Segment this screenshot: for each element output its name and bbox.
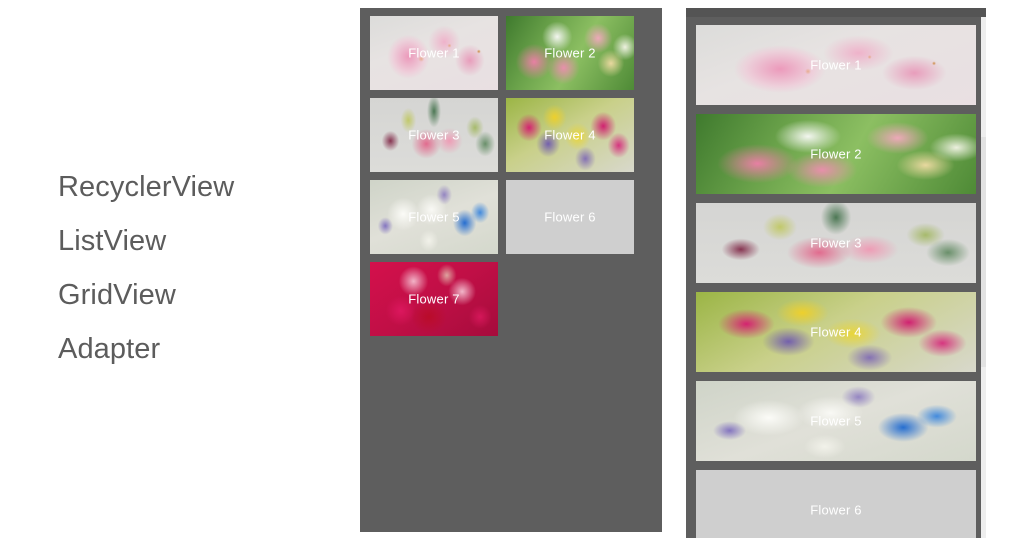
grid-tile[interactable]: Flower 2 [506, 16, 634, 90]
grid-tile-label: Flower 1 [408, 45, 460, 61]
list-item[interactable]: Flower 2 [696, 114, 976, 194]
grid-tile[interactable]: Flower 6 [506, 180, 634, 254]
grid-tile[interactable]: Flower 5 [370, 180, 498, 254]
list-item[interactable]: Flower 5 [696, 381, 976, 461]
list-item[interactable]: Flower 6 [696, 470, 976, 538]
list-item-label: Flower 2 [810, 146, 862, 162]
list-item[interactable]: Flower 1 [696, 25, 976, 105]
concept-list: RecyclerView ListView GridView Adapter [58, 160, 318, 376]
grid-tile-label: Flower 3 [408, 127, 460, 143]
list-item-label: Flower 5 [810, 413, 862, 429]
grid-tile-label: Flower 6 [544, 209, 596, 225]
list-item[interactable]: Flower 3 [696, 203, 976, 283]
grid-tile-label: Flower 7 [408, 291, 460, 307]
grid-tile-label: Flower 4 [544, 127, 596, 143]
grid-tile[interactable]: Flower 7 [370, 262, 498, 336]
concept-item-gridview: GridView [58, 279, 176, 311]
grid-tile[interactable]: Flower 4 [506, 98, 634, 172]
grid-tile-label: Flower 2 [544, 45, 596, 61]
slide-canvas: RecyclerView ListView GridView Adapter F… [0, 0, 1024, 538]
grid-tile[interactable]: Flower 1 [370, 16, 498, 90]
listview-panel: Flower 1 Flower 2 Flower 3 Flower 4 Flow… [686, 8, 986, 538]
grid-tile-label: Flower 5 [408, 209, 460, 225]
concept-item-listview: ListView [58, 225, 167, 257]
list-item-label: Flower 1 [810, 57, 862, 73]
list-item-label: Flower 4 [810, 324, 862, 340]
gridview-container[interactable]: Flower 1 Flower 2 Flower 3 Flower 4 Flow… [360, 16, 662, 336]
concept-item-adapter: Adapter [58, 333, 161, 365]
scrollbar-thumb[interactable] [981, 137, 986, 367]
listview-status-bar [686, 8, 986, 17]
listview-container[interactable]: Flower 1 Flower 2 Flower 3 Flower 4 Flow… [686, 17, 986, 538]
gridview-panel: Flower 1 Flower 2 Flower 3 Flower 4 Flow… [360, 8, 662, 532]
list-item[interactable]: Flower 4 [696, 292, 976, 372]
list-item-label: Flower 3 [810, 235, 862, 251]
list-item-label: Flower 6 [810, 502, 862, 518]
grid-tile[interactable]: Flower 3 [370, 98, 498, 172]
concept-item-recyclerview: RecyclerView [58, 171, 235, 203]
listview-scrollbar[interactable] [981, 17, 986, 538]
